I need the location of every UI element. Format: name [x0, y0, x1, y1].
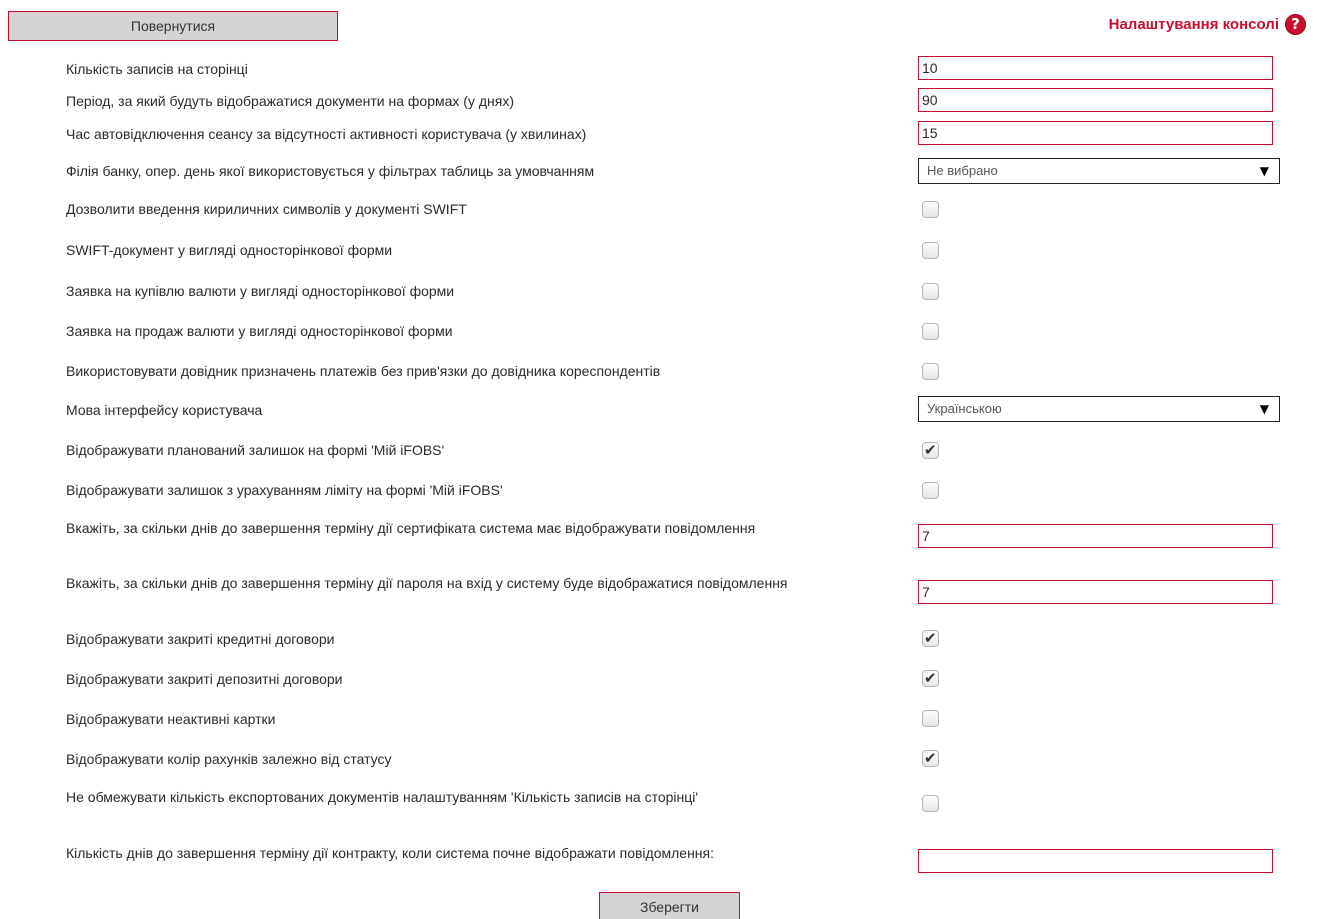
currency-purchase-checkbox[interactable] [922, 283, 939, 300]
chevron-down-icon: ▼ [1259, 402, 1269, 416]
account-color-status-checkbox[interactable]: ✔ [922, 749, 939, 767]
certificate-expiry-days-input[interactable] [918, 524, 1273, 548]
planned-balance-checkbox[interactable]: ✔ [922, 441, 939, 459]
setting-label-swift-cyrillic: Дозволити введення кириличних символів у… [66, 201, 467, 217]
inactive-cards-checkbox[interactable] [922, 710, 939, 727]
unlimited-export-checkbox[interactable] [922, 795, 939, 812]
setting-label-payment-purpose-directory: Використовувати довідник призначень плат… [66, 363, 661, 379]
interface-language-select[interactable]: Українською ▼ [918, 396, 1280, 422]
save-button[interactable]: Зберегти [599, 892, 740, 919]
setting-label-unlimited-export: Не обмежувати кількість експортованих до… [66, 789, 699, 805]
checkmark-icon: ✔ [924, 441, 937, 459]
balance-with-limit-checkbox[interactable] [922, 482, 939, 499]
closed-deposit-contracts-checkbox[interactable]: ✔ [922, 669, 939, 687]
setting-label-currency-purchase: Заявка на купівлю валюти у вигляді однос… [66, 283, 455, 299]
swift-single-page-checkbox[interactable] [922, 242, 939, 259]
back-button[interactable]: Повернутися [8, 11, 338, 41]
setting-label-interface-language: Мова інтерфейсу користувача [66, 402, 263, 418]
page-title-text: Налаштування консолі [1108, 16, 1279, 33]
help-icon[interactable]: ? [1285, 14, 1306, 35]
setting-label-session-timeout: Час автовідключення сеансу за відсутност… [66, 126, 587, 142]
closed-credit-contracts-checkbox[interactable]: ✔ [922, 629, 939, 647]
payment-purpose-directory-checkbox[interactable] [922, 363, 939, 380]
setting-label-swift-single-page: SWIFT-документ у вигляді односторінкової… [66, 242, 393, 258]
swift-cyrillic-checkbox[interactable] [922, 201, 939, 218]
interface-language-select-value: Українською [927, 401, 1002, 416]
setting-label-account-color-status: Відображувати колір рахунків залежно від… [66, 751, 392, 767]
chevron-down-icon: ▼ [1259, 164, 1269, 178]
page-title: Налаштування консолі ? [1109, 14, 1306, 35]
setting-label-balance-with-limit: Відображувати залишок з урахуванням лімі… [66, 482, 503, 498]
setting-label-records-per-page: Кількість записів на сторінці [66, 61, 248, 77]
bank-branch-select-value: Не вибрано [927, 163, 998, 178]
console-settings-page: Повернутися Налаштування консолі ? Кільк… [0, 0, 1336, 919]
setting-label-closed-deposit-contracts: Відображувати закриті депозитні договори [66, 671, 343, 687]
checkmark-icon: ✔ [924, 629, 937, 647]
records-per-page-input[interactable] [918, 56, 1273, 80]
bank-branch-select[interactable]: Не вибрано ▼ [918, 158, 1280, 184]
setting-label-closed-credit-contracts: Відображувати закриті кредитні договори [66, 631, 335, 647]
setting-label-password-expiry-days: Вкажіть, за скільки днів до завершення т… [66, 575, 788, 591]
session-timeout-input[interactable] [918, 121, 1273, 145]
contract-expiry-days-input[interactable] [918, 849, 1273, 873]
period-days-input[interactable] [918, 88, 1273, 112]
setting-label-currency-sale: Заявка на продаж валюти у вигляді одност… [66, 323, 453, 339]
setting-label-period-days: Період, за який будуть відображатися док… [66, 93, 514, 109]
checkmark-icon: ✔ [924, 669, 937, 687]
currency-sale-checkbox[interactable] [922, 323, 939, 340]
setting-label-planned-balance: Відображувати планований залишок на форм… [66, 442, 445, 458]
setting-label-certificate-expiry-days: Вкажіть, за скільки днів до завершення т… [66, 520, 756, 536]
checkmark-icon: ✔ [924, 749, 937, 767]
setting-label-inactive-cards: Відображувати неактивні картки [66, 711, 276, 727]
setting-label-bank-branch: Філія банку, опер. день якої використову… [66, 163, 595, 179]
password-expiry-days-input[interactable] [918, 580, 1273, 604]
setting-label-contract-expiry-days: Кількість днів до завершення терміну дії… [66, 845, 715, 861]
